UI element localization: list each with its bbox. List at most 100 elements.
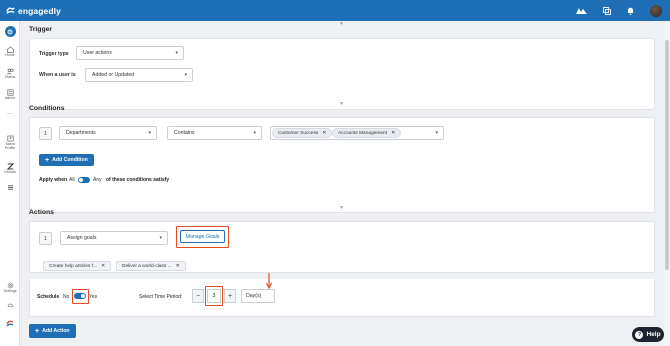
more-icon: ··· xyxy=(7,111,13,117)
condition-field-value: Departments xyxy=(66,130,96,136)
condition-row-number: 1 xyxy=(39,127,52,140)
condition-operator-select[interactable]: Contains ▾ xyxy=(167,126,262,140)
goal-chip[interactable]: Deliver a world-class ... ✕ xyxy=(116,261,186,271)
apply-suffix-text: of these conditions satisfy xyxy=(106,177,170,183)
brand-name: engagedly xyxy=(18,5,61,16)
workflow-editor: ▼ Trigger Trigger type User actions ▾ Wh… xyxy=(21,21,663,346)
admin-icon xyxy=(6,88,14,96)
sidebar-item-home[interactable]: Home xyxy=(0,45,20,58)
schedule-label: Schedule xyxy=(37,294,60,300)
menu-icon xyxy=(6,183,14,191)
chevron-down-icon: ▾ xyxy=(435,130,438,136)
condition-chip[interactable]: Customer Success ✕ xyxy=(272,128,333,138)
when-value: Added or Updated xyxy=(92,72,135,78)
apply-when-toggle[interactable] xyxy=(78,177,90,183)
trigger-type-value: User actions xyxy=(83,50,112,56)
all-label: All xyxy=(69,177,75,183)
condition-operator-value: Contains xyxy=(174,130,195,136)
sidebar-item-label: Settings xyxy=(3,289,17,293)
close-icon[interactable]: ✕ xyxy=(101,264,105,269)
scrollbar-thumb[interactable] xyxy=(665,40,669,270)
sidebar-item-workflow[interactable] xyxy=(0,26,20,37)
manage-goals-button[interactable]: Manage Goals xyxy=(180,230,225,243)
chip-label: Create help articles f... xyxy=(49,263,97,269)
gear-icon xyxy=(6,281,14,289)
close-icon[interactable]: ✕ xyxy=(391,131,395,136)
action-type-select[interactable]: Assign goals ▾ xyxy=(60,231,168,245)
apply-when-label: Apply when xyxy=(39,177,68,183)
period-label: Select Time Period: xyxy=(139,294,183,300)
question-icon: ? xyxy=(635,330,644,339)
workflow-icon xyxy=(4,26,16,37)
teams-icon xyxy=(6,67,14,75)
home-icon xyxy=(6,45,14,53)
avatar[interactable] xyxy=(650,4,662,17)
chip-label: Deliver a world-class ... xyxy=(122,263,172,269)
any-label: Any xyxy=(93,177,102,183)
when-label: When a user is xyxy=(39,72,76,78)
chevron-down-icon: ▾ xyxy=(148,130,151,136)
add-condition-button[interactable]: + Add Condition xyxy=(39,154,94,166)
chevron-down-icon: ▾ xyxy=(184,72,187,78)
growth-icon xyxy=(6,162,14,170)
sidebar-item-growth[interactable]: Growth xyxy=(0,162,20,175)
period-unit-value: Day(s) xyxy=(246,293,262,299)
plus-icon: + xyxy=(227,292,233,300)
brand-icon xyxy=(6,319,14,327)
schedule-no-label: No xyxy=(63,294,70,300)
conditions-card: 1 Departments ▾ Contains ▾ ▾ Customer Su… xyxy=(29,117,655,213)
recycle-icon xyxy=(6,301,14,309)
close-icon[interactable]: ✕ xyxy=(322,131,326,136)
plus-icon: + xyxy=(45,156,50,164)
sidebar-item-talent-profile[interactable]: Talent Profile xyxy=(0,134,20,151)
translate-icon[interactable] xyxy=(603,6,611,15)
trigger-type-label: Trigger type xyxy=(39,51,69,57)
goal-chip[interactable]: Create help articles f... ✕ xyxy=(43,261,112,271)
add-action-label: Add Action xyxy=(42,328,70,334)
talent-icon xyxy=(6,134,14,142)
chevron-down-icon: ▼ xyxy=(339,205,344,211)
sidebar-item-more[interactable]: ··· xyxy=(0,110,20,118)
highlight-box xyxy=(205,286,223,306)
decrement-button[interactable]: − xyxy=(192,289,204,303)
peaks-icon[interactable] xyxy=(576,7,587,14)
sidebar-item-settings[interactable]: Settings xyxy=(0,281,20,294)
action-row-number: 1 xyxy=(39,232,52,245)
sidebar: Home Teams Admin ··· Talent Profile Grow… xyxy=(0,21,20,346)
sidebar-item-admin[interactable]: Admin xyxy=(0,88,20,101)
chevron-down-icon: ▾ xyxy=(175,50,178,56)
chevron-down-icon: ▾ xyxy=(253,130,256,136)
chevron-down-icon: ▼ xyxy=(339,21,344,27)
sidebar-item-label: Growth xyxy=(4,170,16,174)
sidebar-item-label: Talent Profile xyxy=(4,142,16,150)
when-select[interactable]: Added or Updated ▾ xyxy=(85,68,193,82)
trigger-card: Trigger type User actions ▾ When a user … xyxy=(29,38,655,110)
logo-icon xyxy=(6,7,15,14)
chevron-down-icon: ▼ xyxy=(339,101,344,107)
sidebar-item-label: Admin xyxy=(4,96,16,100)
action-type-value: Assign goals xyxy=(67,235,97,241)
increment-button[interactable]: + xyxy=(224,289,236,303)
actions-card: 1 Assign goals ▾ Manage Goals Create hel… xyxy=(29,221,655,273)
sidebar-item-recycle[interactable] xyxy=(0,301,20,309)
chip-label: Customer Success xyxy=(278,130,319,136)
condition-field-select[interactable]: Departments ▾ xyxy=(59,126,157,140)
top-bar: engagedly xyxy=(0,0,670,21)
add-action-button[interactable]: + Add Action xyxy=(29,324,76,338)
condition-chip[interactable]: Accounts Management ✕ xyxy=(332,128,402,138)
sidebar-item-label: Teams xyxy=(4,75,16,79)
brand-logo[interactable]: engagedly xyxy=(6,6,61,16)
help-button[interactable]: ? Help xyxy=(632,327,664,342)
sidebar-item-brand[interactable] xyxy=(0,319,20,327)
sidebar-item-menu[interactable] xyxy=(0,183,20,191)
close-icon[interactable]: ✕ xyxy=(176,264,180,269)
add-condition-label: Add Condition xyxy=(52,157,88,163)
chevron-down-icon: ▾ xyxy=(159,235,162,241)
minus-icon: − xyxy=(195,292,201,300)
schedule-toggle[interactable] xyxy=(74,293,86,299)
actions-title: Actions xyxy=(29,209,54,216)
sidebar-item-teams[interactable]: Teams xyxy=(0,67,20,80)
trigger-type-select[interactable]: User actions ▾ xyxy=(76,46,184,60)
schedule-yes-label: Yes xyxy=(89,294,98,300)
bell-icon[interactable] xyxy=(627,7,634,15)
